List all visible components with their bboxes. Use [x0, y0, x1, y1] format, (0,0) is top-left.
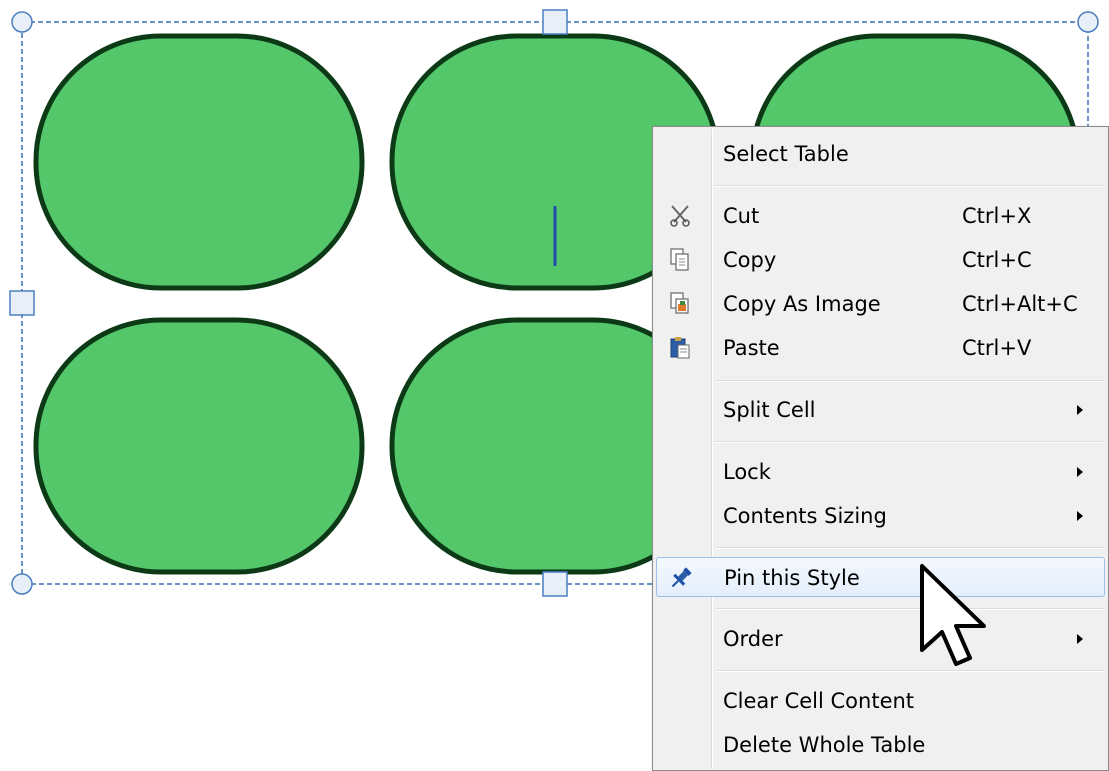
menu-item-select-table[interactable]: Select Table	[656, 134, 1105, 174]
mouse-cursor-icon	[920, 564, 986, 666]
submenu-arrow-icon	[1077, 634, 1083, 644]
menu-item-label: Copy	[723, 248, 777, 272]
menu-item-label: Lock	[723, 460, 771, 484]
submenu-arrow-icon	[1077, 405, 1083, 415]
menu-item-order[interactable]: Order	[656, 619, 1105, 659]
table-cell-shape[interactable]	[33, 33, 365, 291]
menu-separator	[715, 547, 1105, 549]
menu-item-shortcut: Ctrl+Alt+C	[962, 292, 1078, 316]
edge-handle-left[interactable]	[9, 290, 35, 316]
menu-item-label: Contents Sizing	[723, 504, 887, 528]
edge-handle-bottom[interactable]	[542, 571, 568, 597]
menu-item-label: Clear Cell Content	[723, 689, 915, 713]
menu-item-label: Delete Whole Table	[723, 733, 926, 757]
corner-handle-top-right[interactable]	[1077, 11, 1099, 33]
table-cell-shape[interactable]	[33, 317, 365, 575]
menu-separator	[715, 608, 1105, 610]
menu-item-copy[interactable]: Copy Ctrl+C	[656, 240, 1105, 280]
menu-item-shortcut: Ctrl+V	[962, 336, 1032, 360]
menu-item-label: Select Table	[723, 142, 849, 166]
menu-item-cut[interactable]: Cut Ctrl+X	[656, 196, 1105, 236]
paste-icon	[666, 334, 694, 362]
copy-icon	[666, 246, 694, 274]
menu-item-split-cell[interactable]: Split Cell	[656, 390, 1105, 430]
corner-handle-top-left[interactable]	[11, 11, 33, 33]
menu-item-label: Copy As Image	[723, 292, 881, 316]
menu-item-delete-whole-table[interactable]: Delete Whole Table	[656, 725, 1105, 765]
menu-item-label: Cut	[723, 204, 760, 228]
menu-item-shortcut: Ctrl+X	[962, 204, 1032, 228]
scissors-icon	[666, 202, 694, 230]
menu-item-copy-as-image[interactable]: Copy As Image Ctrl+Alt+C	[656, 284, 1105, 324]
context-menu: Select Table Cut Ctrl+X Copy Ctrl+C Copy…	[652, 126, 1109, 771]
menu-item-contents-sizing[interactable]: Contents Sizing	[656, 496, 1105, 536]
menu-item-label: Paste	[723, 336, 780, 360]
menu-item-lock[interactable]: Lock	[656, 452, 1105, 492]
menu-item-label: Split Cell	[723, 398, 816, 422]
menu-item-paste[interactable]: Paste Ctrl+V	[656, 328, 1105, 368]
menu-separator	[715, 670, 1105, 672]
menu-separator	[715, 185, 1105, 187]
corner-handle-bottom-left[interactable]	[11, 573, 33, 595]
menu-item-clear-cell-content[interactable]: Clear Cell Content	[656, 681, 1105, 721]
copy-image-icon	[666, 290, 694, 318]
submenu-arrow-icon	[1077, 511, 1083, 521]
edge-handle-top[interactable]	[542, 9, 568, 35]
menu-item-label: Pin this Style	[724, 566, 860, 590]
pin-icon	[667, 564, 695, 592]
submenu-arrow-icon	[1077, 467, 1083, 477]
menu-item-shortcut: Ctrl+C	[962, 248, 1032, 272]
menu-item-label: Order	[723, 627, 783, 651]
menu-item-pin-this-style[interactable]: Pin this Style	[656, 557, 1105, 597]
menu-separator	[715, 380, 1105, 382]
menu-separator	[715, 441, 1105, 443]
